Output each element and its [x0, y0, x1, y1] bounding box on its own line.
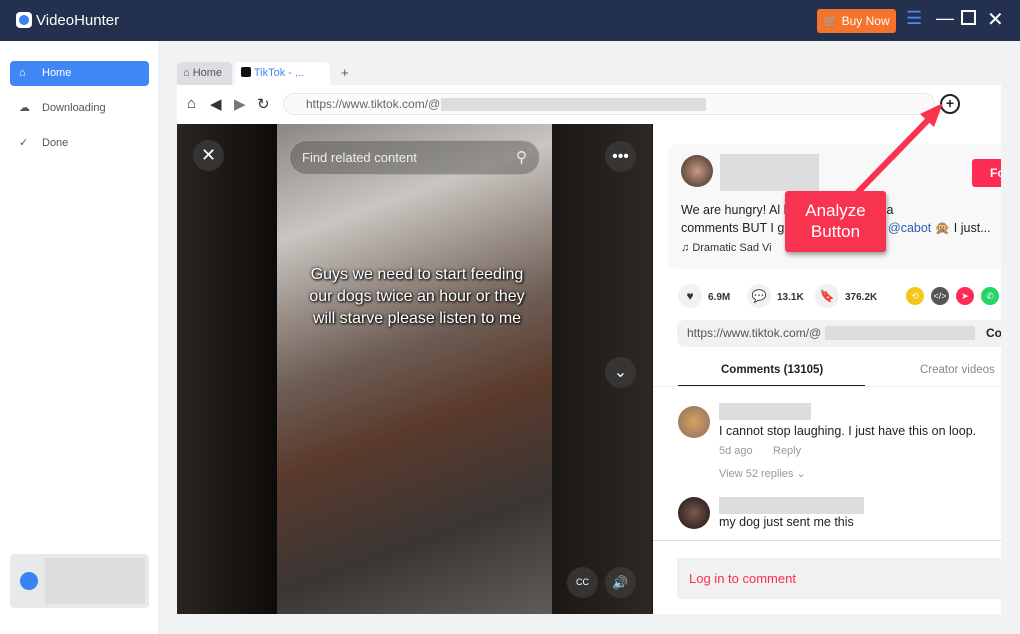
saves-count: 376.2K: [845, 292, 878, 303]
sidebar-item-label: Home: [42, 67, 72, 79]
title-bar: VideoHunter 🛒 Buy Now ☰ — ✕: [0, 0, 1020, 41]
cloud-download-icon: ☁: [19, 102, 30, 114]
sidebar-item-label: Done: [42, 137, 69, 149]
search-placeholder: Find related content: [302, 150, 417, 165]
sidebar-item-label: Downloading: [42, 102, 106, 114]
sidebar: ⌂ Home ☁ Downloading ✓ Done: [0, 41, 158, 634]
buy-now-button[interactable]: 🛒 Buy Now: [817, 9, 896, 33]
music-title: Dramatic Sad Vi: [692, 242, 772, 254]
tab-home[interactable]: ⌂ Home: [177, 62, 232, 85]
forward-icon[interactable]: ▶: [234, 95, 246, 113]
tab-tiktok[interactable]: TikTok - ...: [235, 62, 330, 85]
creator-avatar[interactable]: [681, 155, 713, 187]
chevron-down-icon: ⌄: [796, 468, 806, 480]
user-account[interactable]: [10, 554, 149, 608]
volume-icon[interactable]: 🔊: [605, 567, 636, 598]
annotation-callout: Analyze Button: [785, 191, 886, 252]
music-link[interactable]: ♫ Dramatic Sad Vi: [681, 242, 772, 254]
captions-icon[interactable]: CC: [567, 567, 598, 598]
comment-text: my dog just sent me this: [719, 515, 854, 529]
avatar: [20, 572, 38, 590]
app-title: VideoHunter: [36, 12, 120, 29]
url-input[interactable]: https://www.tiktok.com/@: [283, 93, 935, 115]
divider: [653, 540, 1001, 541]
post-link-field[interactable]: https://www.tiktok.com/@ Co: [677, 320, 1001, 347]
commenter-avatar[interactable]: [678, 497, 710, 529]
tab-label: Home: [192, 67, 223, 79]
creator-name-blurred: [720, 154, 819, 191]
close-button[interactable]: ✕: [987, 7, 1004, 32]
chevron-down-icon[interactable]: ⌄: [605, 357, 636, 388]
address-bar: ⌂ ◀ ▶ ↻ https://www.tiktok.com/@: [177, 85, 1001, 124]
bookmark-icon: 🔖: [815, 284, 839, 308]
sidebar-item-downloading[interactable]: ☁ Downloading: [10, 96, 149, 121]
commenter-name-blurred: [719, 497, 864, 514]
login-to-comment-button[interactable]: Log in to comment: [677, 558, 1001, 599]
video-frame: [277, 124, 552, 614]
post-link-text: https://www.tiktok.com/@: [687, 326, 822, 340]
send-icon[interactable]: ➤: [956, 287, 974, 305]
music-note-icon: ♫: [681, 242, 690, 254]
sidebar-item-home[interactable]: ⌂ Home: [10, 61, 149, 86]
home-icon: ⌂: [19, 67, 26, 79]
check-circle-icon: ✓: [19, 137, 29, 149]
commenter-name-blurred: [719, 403, 811, 420]
commenter-avatar[interactable]: [678, 406, 710, 438]
likes-count: 6.9M: [708, 292, 731, 303]
mention-link[interactable]: @cabot: [888, 221, 931, 235]
description-line: 🙊 I just...: [934, 221, 991, 235]
save-button[interactable]: 🔖 376.2K: [815, 284, 877, 308]
tab-comments[interactable]: Comments (13105): [721, 364, 823, 376]
close-video-button[interactable]: ✕: [193, 140, 224, 171]
menu-icon[interactable]: ☰: [906, 8, 922, 29]
tab-creator-videos[interactable]: Creator videos: [920, 364, 995, 376]
comments-count: 13.1K: [777, 292, 804, 303]
find-related-search[interactable]: Find related content ⚲: [289, 140, 540, 175]
maximize-button[interactable]: [961, 10, 976, 25]
url-text: https://www.tiktok.com/@: [306, 97, 441, 111]
minimize-button[interactable]: —: [936, 8, 954, 29]
app-logo-icon: [16, 12, 32, 28]
video-player[interactable]: ✕ Find related content ⚲ ••• Guys we need…: [177, 124, 653, 614]
whatsapp-icon[interactable]: ✆: [981, 287, 999, 305]
view-replies-button[interactable]: View 52 replies ⌄: [719, 467, 806, 480]
reply-button[interactable]: Reply: [773, 445, 801, 457]
embed-icon[interactable]: </>: [931, 287, 949, 305]
follow-button[interactable]: Fo: [972, 159, 1001, 187]
analyze-button[interactable]: +: [940, 94, 960, 114]
video-caption: Guys we need to start feeding our dogs t…: [309, 266, 525, 327]
divider: [653, 386, 1001, 387]
back-icon[interactable]: ◀: [210, 95, 222, 113]
view-replies-label: View 52 replies: [719, 468, 794, 480]
user-name-blurred: [45, 558, 145, 604]
sidebar-item-done[interactable]: ✓ Done: [10, 131, 149, 156]
comment-text: I cannot stop laughing. I just have this…: [719, 424, 977, 438]
repost-icon[interactable]: ⟲: [906, 287, 924, 305]
tiktok-icon: [241, 67, 251, 77]
more-options-icon[interactable]: •••: [605, 141, 636, 172]
comment-time: 5d ago: [719, 445, 753, 457]
search-icon[interactable]: ⚲: [516, 141, 527, 174]
copy-link-button[interactable]: Co: [986, 320, 1001, 347]
description-tail: @cabot 🙊 I just...: [888, 219, 991, 237]
comment-icon: 💬: [747, 284, 771, 308]
reload-icon[interactable]: ↻: [257, 95, 270, 113]
video-blur-right: [552, 124, 652, 614]
comment-button[interactable]: 💬 13.1K: [747, 284, 804, 308]
description-line: comments BUT I g: [681, 221, 785, 235]
home-icon[interactable]: ⌂: [187, 95, 196, 112]
url-blurred: [441, 98, 706, 111]
video-blur-left: [177, 124, 277, 614]
new-tab-button[interactable]: +: [335, 62, 349, 85]
heart-icon: ♥: [678, 284, 702, 308]
buy-now-label: Buy Now: [841, 14, 890, 28]
like-button[interactable]: ♥ 6.9M: [678, 284, 730, 308]
tab-label: TikTok - ...: [253, 67, 305, 79]
link-blurred: [825, 326, 975, 340]
